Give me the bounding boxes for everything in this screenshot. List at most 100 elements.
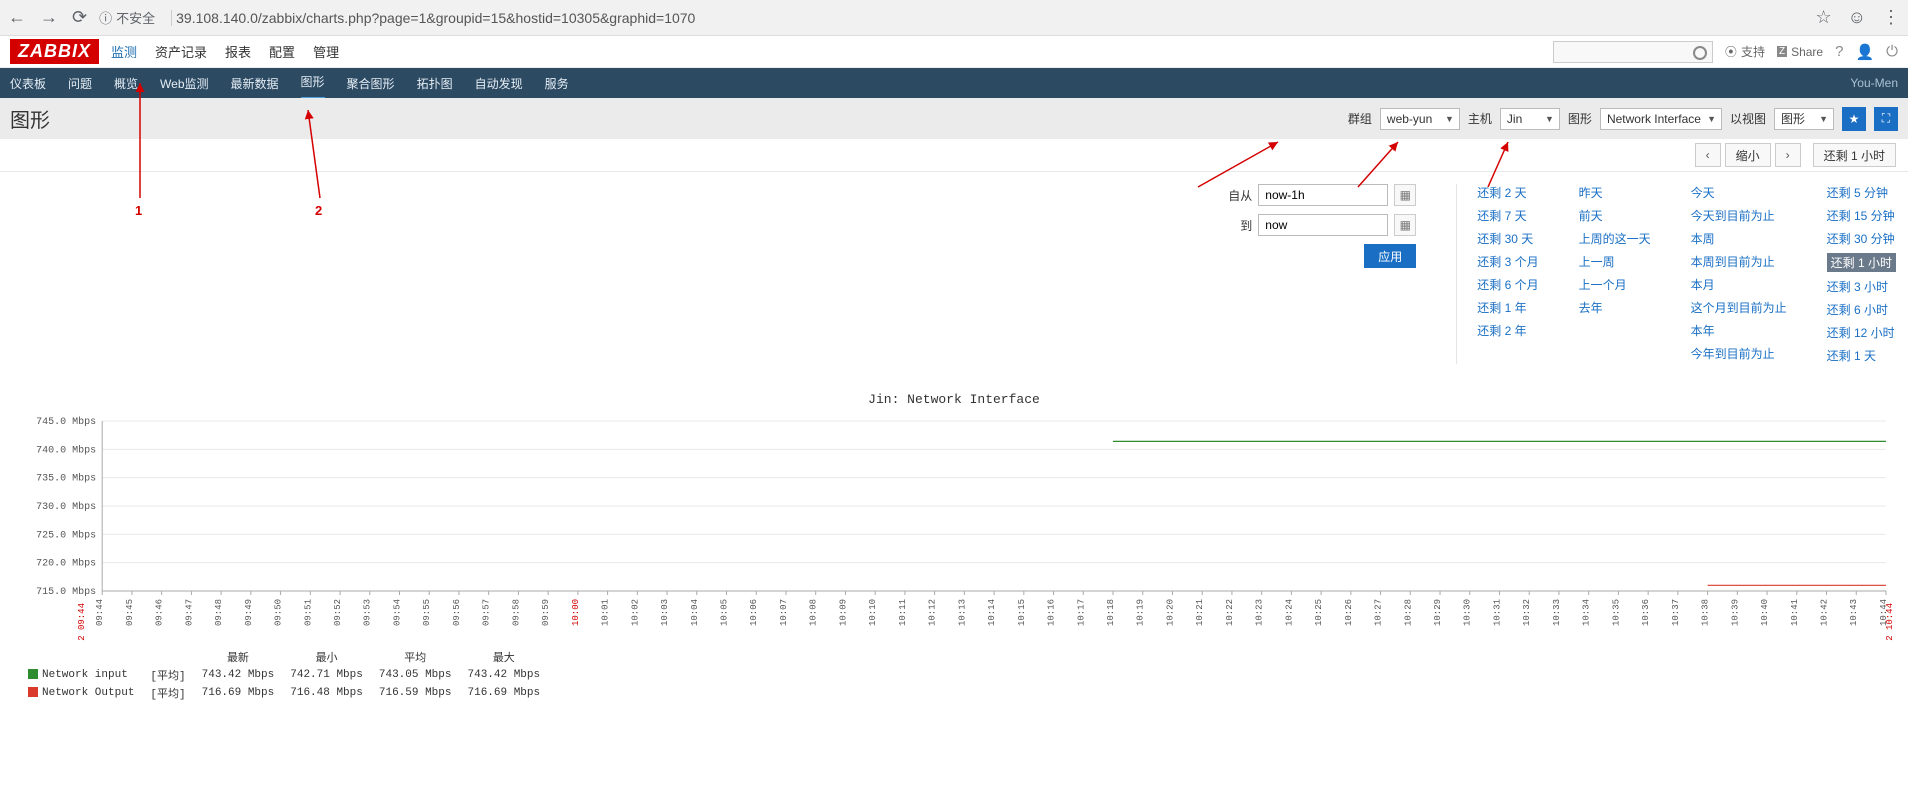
logout-icon[interactable]: ⏻	[1886, 43, 1898, 60]
menu-admin[interactable]: 管理	[313, 42, 339, 61]
svg-text:10:00: 10:00	[571, 599, 581, 626]
svg-text:10:20: 10:20	[1165, 599, 1175, 626]
sub-discovery[interactable]: 自动发现	[475, 68, 523, 99]
preset-link[interactable]: 还剩 30 分钟	[1827, 230, 1896, 247]
sub-graphs[interactable]: 图形	[301, 66, 325, 100]
star-icon[interactable]: ☆	[1815, 7, 1831, 28]
time-range-display[interactable]: 还剩 1 小时	[1813, 143, 1896, 167]
time-prev-button[interactable]: ‹	[1695, 143, 1721, 167]
preset-link[interactable]: 还剩 2 天	[1477, 184, 1538, 201]
preset-link[interactable]: 还剩 1 小时	[1827, 253, 1896, 272]
from-input[interactable]	[1258, 184, 1388, 206]
profile-icon[interactable]: 👤	[1855, 43, 1874, 61]
to-calendar-icon[interactable]: ▦	[1394, 214, 1416, 236]
sub-latest[interactable]: 最新数据	[231, 68, 279, 99]
menu-monitoring[interactable]: 监测	[111, 42, 137, 61]
svg-text:10:28: 10:28	[1403, 599, 1413, 626]
zoom-out-button[interactable]: 缩小	[1725, 143, 1771, 167]
preset-link[interactable]: 还剩 15 分钟	[1827, 207, 1896, 224]
preset-link[interactable]: 还剩 7 天	[1477, 207, 1538, 224]
filter-host-select[interactable]: Jin	[1500, 108, 1560, 130]
preset-link[interactable]: 上周的这一天	[1579, 230, 1651, 247]
svg-text:09:53: 09:53	[363, 599, 373, 626]
svg-text:10:05: 10:05	[720, 599, 730, 626]
url-bar[interactable]: 39.108.140.0/zabbix/charts.php?page=1&gr…	[171, 10, 1803, 26]
from-calendar-icon[interactable]: ▦	[1394, 184, 1416, 206]
sub-maps[interactable]: 拓扑图	[417, 68, 453, 99]
svg-text:10:35: 10:35	[1611, 599, 1621, 626]
reload-icon[interactable]: ⟳	[72, 7, 87, 28]
preset-link[interactable]: 本月	[1691, 276, 1787, 293]
preset-link[interactable]: 还剩 3 个月	[1477, 253, 1538, 270]
menu-reports[interactable]: 报表	[225, 42, 251, 61]
fullscreen-button[interactable]: ⛶	[1874, 107, 1898, 131]
preset-link[interactable]: 去年	[1579, 299, 1651, 316]
logo[interactable]: ZABBIX	[10, 39, 99, 64]
sub-screens[interactable]: 聚合图形	[347, 68, 395, 99]
svg-text:10:02: 10:02	[630, 599, 640, 626]
svg-text:09:46: 09:46	[155, 599, 165, 626]
page-title: 图形	[10, 104, 50, 133]
to-label: 到	[1240, 217, 1252, 234]
preset-link[interactable]: 前天	[1579, 207, 1651, 224]
preset-link[interactable]: 还剩 12 小时	[1827, 324, 1896, 341]
preset-link[interactable]: 还剩 5 分钟	[1827, 184, 1896, 201]
preset-link[interactable]: 还剩 30 天	[1477, 230, 1538, 247]
sub-problems[interactable]: 问题	[68, 68, 92, 99]
search-input[interactable]	[1553, 41, 1713, 63]
user-icon[interactable]: ☺	[1848, 7, 1866, 28]
svg-text:10:16: 10:16	[1047, 599, 1057, 626]
preset-link[interactable]: 本周到目前为止	[1691, 253, 1787, 270]
back-icon[interactable]: ←	[8, 7, 26, 28]
svg-text:740.0 Mbps: 740.0 Mbps	[36, 444, 96, 456]
chart-title: Jin: Network Interface	[12, 388, 1896, 411]
preset-link[interactable]: 这个月到目前为止	[1691, 299, 1787, 316]
menu-inventory[interactable]: 资产记录	[155, 42, 207, 61]
svg-text:09:59: 09:59	[541, 599, 551, 626]
svg-text:10:42: 10:42	[1820, 599, 1830, 626]
sub-dashboard[interactable]: 仪表板	[10, 68, 46, 99]
preset-link[interactable]: 还剩 6 个月	[1477, 276, 1538, 293]
preset-link[interactable]: 今天到目前为止	[1691, 207, 1787, 224]
preset-link[interactable]: 本周	[1691, 230, 1787, 247]
svg-text:10:17: 10:17	[1076, 599, 1086, 626]
svg-text:730.0 Mbps: 730.0 Mbps	[36, 501, 96, 513]
preset-link[interactable]: 还剩 3 小时	[1827, 278, 1896, 295]
forward-icon[interactable]: →	[40, 7, 58, 28]
menu-config[interactable]: 配置	[269, 42, 295, 61]
sub-web[interactable]: Web监测	[160, 68, 208, 99]
share-link[interactable]: ZShare	[1777, 45, 1823, 59]
preset-link[interactable]: 上一个月	[1579, 276, 1651, 293]
svg-text:10:09: 10:09	[838, 599, 848, 626]
filter-group-select[interactable]: web-yun	[1380, 108, 1460, 130]
preset-link[interactable]: 上一周	[1579, 253, 1651, 270]
sub-services[interactable]: 服务	[545, 68, 569, 99]
chart-svg: 715.0 Mbps720.0 Mbps725.0 Mbps730.0 Mbps…	[12, 411, 1896, 641]
preset-link[interactable]: 还剩 1 年	[1477, 299, 1538, 316]
sub-overview[interactable]: 概览	[114, 68, 138, 99]
time-next-button[interactable]: ›	[1775, 143, 1801, 167]
svg-text:10:43: 10:43	[1849, 599, 1859, 626]
preset-link[interactable]: 今年到目前为止	[1691, 345, 1787, 362]
menu-icon[interactable]: ⋮	[1882, 7, 1900, 28]
insecure-badge[interactable]: ⓘ 不安全	[99, 8, 155, 27]
svg-text:10:37: 10:37	[1671, 599, 1681, 626]
preset-link[interactable]: 本年	[1691, 322, 1787, 339]
svg-text:10:32: 10:32	[1522, 599, 1532, 626]
preset-link[interactable]: 昨天	[1579, 184, 1651, 201]
filter-graph-select[interactable]: Network Interface	[1600, 108, 1722, 130]
apply-button[interactable]: 应用	[1364, 244, 1416, 268]
preset-link[interactable]: 今天	[1691, 184, 1787, 201]
support-link[interactable]: ⦿支持	[1725, 43, 1765, 60]
preset-link[interactable]: 还剩 6 小时	[1827, 301, 1896, 318]
filter-view-select[interactable]: 图形	[1774, 108, 1834, 130]
svg-text:10:25: 10:25	[1314, 599, 1324, 626]
app-header: ZABBIX 监测 资产记录 报表 配置 管理 ⦿支持 ZShare ? 👤 ⏻	[0, 36, 1908, 68]
help-icon[interactable]: ?	[1835, 43, 1843, 60]
to-input[interactable]	[1258, 214, 1388, 236]
svg-text:09:51: 09:51	[303, 599, 313, 626]
favorite-button[interactable]: ★	[1842, 107, 1866, 131]
preset-link[interactable]: 还剩 1 天	[1827, 347, 1896, 364]
svg-text:10:03: 10:03	[660, 599, 670, 626]
preset-link[interactable]: 还剩 2 年	[1477, 322, 1538, 339]
